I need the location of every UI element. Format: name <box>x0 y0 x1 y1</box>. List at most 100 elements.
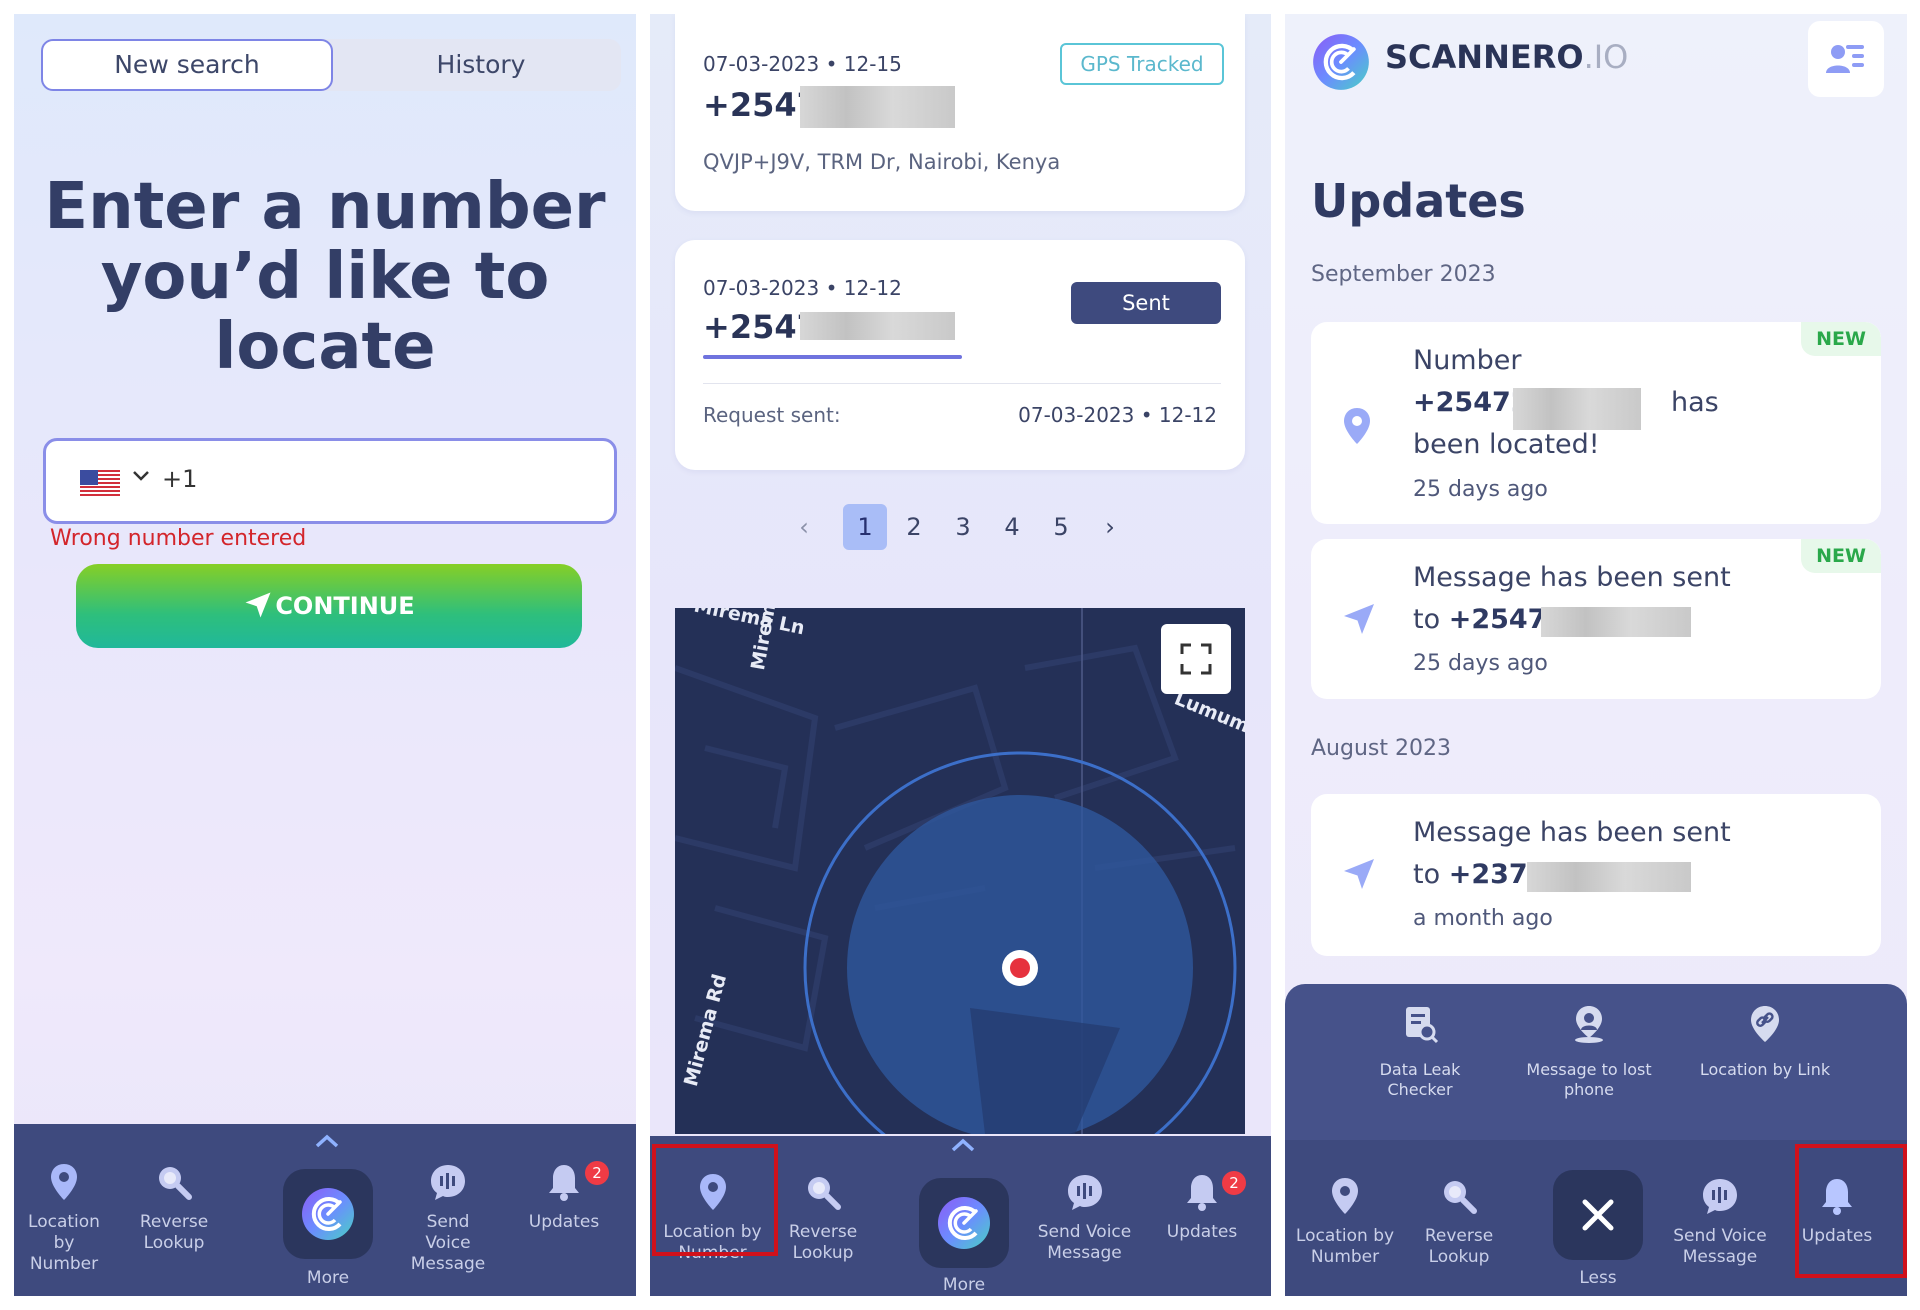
more-label: More <box>306 1268 350 1288</box>
nav-label: Send Voice Message <box>1037 1222 1132 1263</box>
scannero-logo-icon <box>1313 34 1369 90</box>
location-map[interactable]: Mirema Ln Mirema Rd Lumumb Mirema Rd <box>675 608 1245 1134</box>
status-badge: Sent <box>1071 282 1221 324</box>
nav-label: Updates <box>528 1212 600 1232</box>
continue-label: CONTINUE <box>275 592 415 620</box>
nav-label: Reverse Lookup <box>1424 1226 1494 1267</box>
us-flag-icon[interactable] <box>80 470 120 497</box>
update-line-1: Message has been sent <box>1413 562 1731 593</box>
send-icon <box>1344 604 1374 634</box>
redacted-number <box>1527 862 1691 892</box>
prev-page-button[interactable]: ‹ <box>782 504 826 550</box>
update-time: 25 days ago <box>1413 651 1548 676</box>
new-badge: NEW <box>1801 322 1881 356</box>
data-leak-icon <box>1406 1007 1439 1044</box>
brand-name: SCANNERO.IO <box>1385 38 1628 76</box>
more-button[interactable] <box>283 1169 373 1259</box>
update-time: 25 days ago <box>1413 477 1548 502</box>
nav-reverse-lookup[interactable]: Reverse Lookup <box>134 1162 214 1254</box>
request-sent-label: Request sent: <box>703 403 841 427</box>
voice-message-icon <box>431 1165 465 1200</box>
page-title: Updates <box>1311 174 1526 228</box>
updates-panel: SCANNERO.IO Updates September 2023 NEW N… <box>1285 14 1907 1296</box>
pagination-continued: 5 › <box>1033 504 1143 550</box>
divider <box>703 383 1221 384</box>
updates-badge: 2 <box>585 1161 609 1185</box>
error-message: Wrong number entered <box>50 526 307 551</box>
location-address: QVJP+J9V, TRM Dr, Nairobi, Kenya <box>703 150 1061 174</box>
nav-label: Reverse Lookup <box>139 1212 209 1253</box>
month-header: August 2023 <box>1311 736 1451 761</box>
nav-location-by-number[interactable]: Location by Number <box>24 1162 104 1275</box>
menu-message-to-lost-phone[interactable]: Message to lost phone <box>1519 1004 1659 1100</box>
status-badge: GPS Tracked <box>1060 43 1224 85</box>
search-icon <box>808 1177 841 1210</box>
redacted-number <box>800 312 955 340</box>
page-4-button[interactable]: 4 <box>990 504 1034 550</box>
link-location-icon <box>1751 1006 1779 1042</box>
search-icon <box>159 1167 192 1200</box>
request-sent-value: 07-03-2023 • 12-12 <box>1018 403 1217 427</box>
nav-reverse-lookup[interactable]: Reverse Lookup <box>783 1172 863 1264</box>
update-line-2-end: has <box>1671 387 1719 418</box>
profile-button[interactable] <box>1808 21 1884 97</box>
less-label: Less <box>1579 1268 1617 1288</box>
nav-send-voice-message[interactable]: Send Voice Message <box>403 1162 493 1275</box>
history-card[interactable]: 07-03-2023 • 12-15 +2547 GPS Tracked QVJ… <box>675 14 1245 211</box>
nav-label: Location by Number <box>28 1212 100 1274</box>
update-prefix: to <box>1413 859 1441 890</box>
fullscreen-button[interactable] <box>1161 624 1231 694</box>
voice-message-icon <box>1703 1179 1737 1214</box>
redacted-number <box>1541 607 1691 637</box>
update-time: a month ago <box>1413 906 1553 931</box>
continue-button[interactable]: CONTINUE <box>76 564 582 648</box>
more-button[interactable] <box>919 1178 1009 1268</box>
menu-data-leak-checker[interactable]: Data Leak Checker <box>1345 1004 1495 1100</box>
menu-label: Location by Link <box>1699 1060 1831 1079</box>
menu-location-by-link[interactable]: Location by Link <box>1690 1004 1840 1080</box>
page-3-button[interactable]: 3 <box>941 504 985 550</box>
fullscreen-icon <box>1180 643 1212 675</box>
bottom-nav: Location by Number Reverse Lookup More S… <box>650 1136 1271 1296</box>
update-card[interactable]: NEW Message has been sent to +25472 25 d… <box>1311 539 1881 699</box>
less-button[interactable] <box>1553 1170 1643 1260</box>
page-2-button[interactable]: 2 <box>892 504 936 550</box>
nav-location-by-number[interactable]: Location by Number <box>1295 1176 1395 1268</box>
brand-logo <box>1311 32 1371 96</box>
search-tabs: New search History <box>41 39 621 91</box>
nav-label: Updates <box>1166 1222 1238 1242</box>
chevron-up-icon[interactable] <box>314 1130 340 1155</box>
send-icon <box>1344 859 1374 889</box>
profile-icon <box>1826 45 1864 73</box>
nav-send-voice-message[interactable]: Send Voice Message <box>1037 1172 1132 1264</box>
history-card[interactable]: 07-03-2023 • 12-12 +2547 Sent Request se… <box>675 240 1245 470</box>
send-icon <box>245 592 271 617</box>
page-1-button[interactable]: 1 <box>843 504 887 550</box>
nav-label: Reverse Lookup <box>788 1222 858 1263</box>
menu-label: Data Leak Checker <box>1379 1060 1461 1099</box>
page-title: Enter a number you’d like to locate <box>44 170 606 384</box>
bottom-nav: Location by Number Reverse Lookup More S… <box>14 1124 636 1296</box>
tab-history[interactable]: History <box>341 39 621 91</box>
close-icon <box>1582 1199 1614 1231</box>
tab-new-search[interactable]: New search <box>41 39 333 91</box>
voice-message-icon <box>1067 1175 1102 1210</box>
next-page-button[interactable]: › <box>1088 504 1132 550</box>
phone-number-input[interactable]: +1 <box>43 438 617 524</box>
lost-phone-icon <box>1575 1006 1603 1043</box>
pagination: ‹ 1 2 3 4 <box>782 504 1042 550</box>
scannero-logo-icon <box>938 1197 990 1249</box>
chevron-up-icon[interactable] <box>950 1134 976 1159</box>
page-5-button[interactable]: 5 <box>1039 504 1083 550</box>
update-card[interactable]: NEW Number +25472 has been located! 25 d… <box>1311 322 1881 524</box>
more-menu: Data Leak Checker Message to lost phone … <box>1285 984 1907 1140</box>
bell-icon <box>549 1165 579 1201</box>
month-header: September 2023 <box>1311 262 1496 287</box>
nav-reverse-lookup[interactable]: Reverse Lookup <box>1419 1176 1499 1268</box>
bottom-nav: Location by Number Reverse Lookup Less S… <box>1285 1140 1907 1296</box>
history-panel: 07-03-2023 • 12-15 +2547 GPS Tracked QVJ… <box>650 14 1271 1296</box>
update-card[interactable]: Message has been sent to +2376 a month a… <box>1311 794 1881 956</box>
nav-send-voice-message[interactable]: Send Voice Message <box>1673 1176 1767 1268</box>
chevron-down-icon[interactable] <box>132 463 150 493</box>
redacted-number <box>800 86 955 128</box>
